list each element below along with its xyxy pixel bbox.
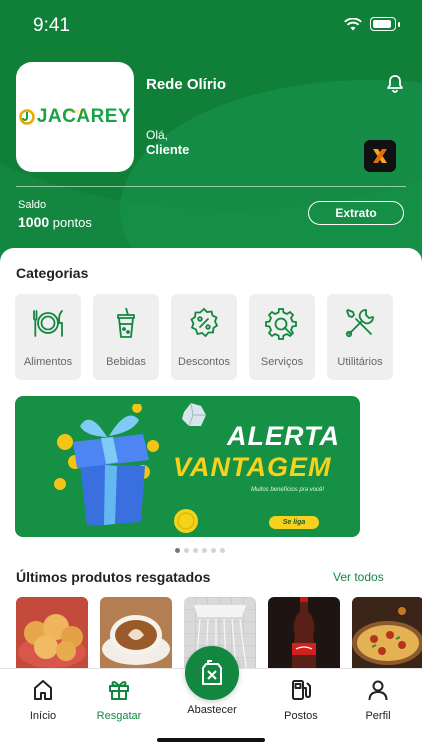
tab-abastecer[interactable]: Abastecer (176, 704, 248, 716)
home-icon (34, 680, 52, 700)
logo-small-text: POSTO (70, 109, 85, 114)
product-item[interactable] (100, 597, 172, 668)
banner-subtitle: Muitos benefícios pra você! (251, 487, 325, 493)
status-time: 9:41 (33, 15, 70, 36)
store-name: Rede Olírio (146, 76, 227, 93)
tab-resgatar[interactable]: Resgatar (84, 679, 154, 722)
home-indicator (157, 738, 265, 742)
refuel-fab-button[interactable] (185, 646, 239, 700)
battery-icon (370, 17, 396, 31)
category-label: Descontos (178, 356, 230, 368)
status-bar: 9:41 (0, 0, 422, 50)
carousel-dot[interactable] (211, 548, 216, 553)
logo-mark-icon (19, 109, 35, 125)
header: 9:41 POSTO JACAREY Rede Olírio Olá, Clie… (0, 0, 422, 268)
balance-unit: pontos (52, 215, 92, 230)
status-icons (344, 17, 400, 31)
see-all-link[interactable]: Ver todos (333, 570, 384, 584)
tab-label: Perfil (365, 710, 391, 722)
fuel-pump-icon (292, 680, 311, 700)
products-title: Últimos produtos resgatados (16, 569, 211, 585)
product-item[interactable] (352, 597, 422, 668)
categories-list: Alimentos Bebidas Descontos Serviços Uti… (15, 294, 393, 380)
tab-perfil[interactable]: Perfil (343, 679, 413, 722)
coin-icon (174, 509, 198, 533)
carousel-dot[interactable] (184, 548, 189, 553)
header-divider (16, 186, 406, 187)
gift-box-illustration (54, 404, 159, 526)
categories-title: Categorias (16, 265, 89, 281)
statement-button[interactable]: Extrato (308, 201, 404, 225)
wifi-icon (344, 17, 362, 30)
user-name: Cliente (146, 142, 190, 157)
gear-wrench-icon (265, 308, 297, 340)
promo-banner[interactable]: ALERTA VANTAGEM Muitos benefícios pra vo… (15, 396, 360, 537)
user-icon (368, 680, 388, 701)
product-item[interactable] (268, 597, 340, 668)
tab-label: Postos (284, 710, 318, 722)
paper-ball-icon (182, 402, 206, 427)
carousel-dot[interactable] (175, 548, 180, 553)
bell-icon[interactable] (386, 74, 404, 94)
category-label: Utilitários (337, 356, 383, 368)
tab-label: Início (29, 710, 57, 722)
fuel-can-icon (202, 660, 222, 685)
store-logo: POSTO JACAREY (16, 62, 134, 172)
category-label: Alimentos (23, 356, 73, 368)
balance-label: Saldo (18, 199, 47, 211)
cheese-bread-image (16, 597, 88, 668)
balance: 1000 pontos (18, 214, 92, 230)
balance-value: 1000 (18, 214, 50, 230)
partner-x-icon[interactable] (364, 140, 396, 172)
category-utilitarios[interactable]: Utilitários (327, 294, 393, 380)
drink-cup-icon (117, 307, 135, 338)
category-descontos[interactable]: Descontos (171, 294, 237, 380)
category-bebidas[interactable]: Bebidas (93, 294, 159, 380)
carousel-dot[interactable] (202, 548, 207, 553)
carousel-dot[interactable] (220, 548, 225, 553)
category-label: Serviços (260, 356, 304, 368)
banner-cta-button[interactable]: Se liga (269, 516, 319, 529)
banner-line1: ALERTA (227, 421, 340, 451)
pizza-image (352, 597, 422, 668)
greeting: Olá, (146, 128, 169, 142)
product-item[interactable] (16, 597, 88, 668)
tab-label: Resgatar (96, 710, 142, 722)
tab-inicio[interactable]: Início (8, 679, 78, 722)
x-logo-icon (373, 149, 387, 163)
carousel-dot[interactable] (193, 548, 198, 553)
gift-icon (109, 681, 129, 700)
utensils-icon (33, 310, 63, 337)
banner-line2: VANTAGEM (173, 452, 332, 482)
category-label: Bebidas (106, 356, 146, 368)
carousel-dots (175, 548, 225, 553)
cola-bottle-image (268, 597, 340, 668)
tab-postos[interactable]: Postos (266, 679, 336, 722)
battery-nub (398, 21, 400, 27)
category-servicos[interactable]: Serviços (249, 294, 315, 380)
tools-icon (345, 309, 374, 338)
coffee-image (100, 597, 172, 668)
discount-badge-icon (190, 307, 219, 338)
category-alimentos[interactable]: Alimentos (15, 294, 81, 380)
